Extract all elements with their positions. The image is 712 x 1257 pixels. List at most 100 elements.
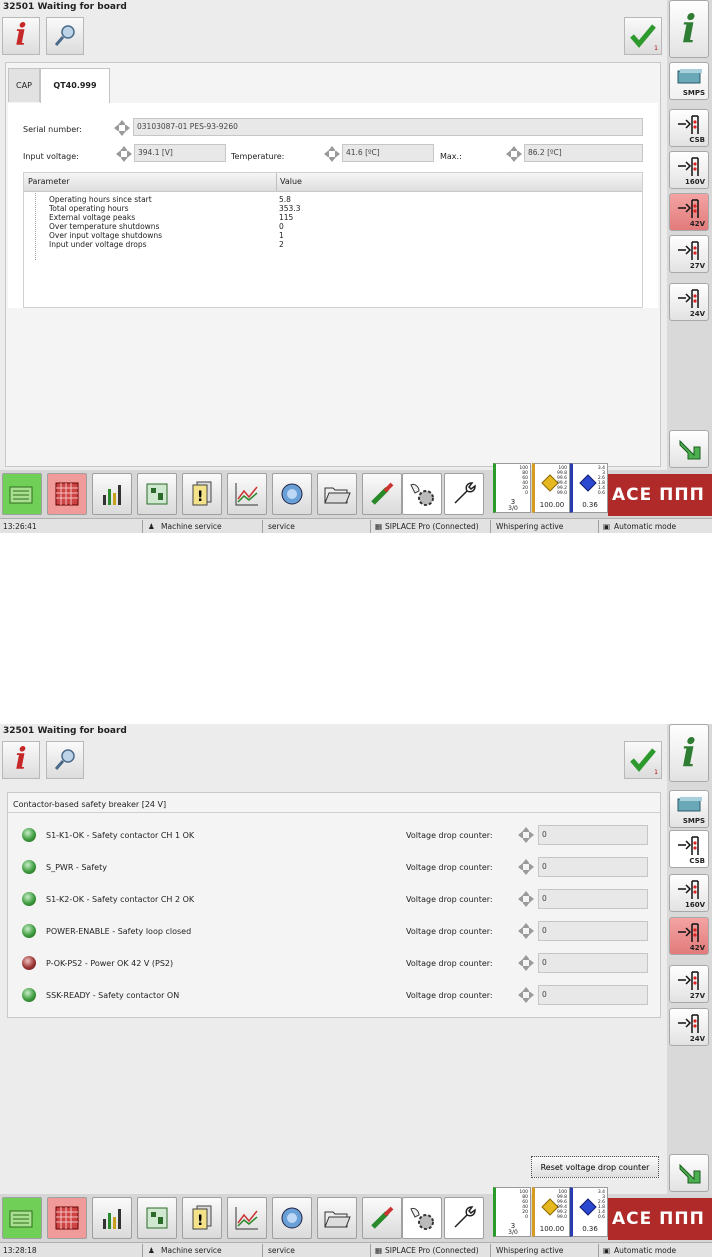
messages-icon[interactable]: ! — [182, 473, 222, 515]
max-temperature-field: 86.2 [ºC] — [524, 144, 643, 162]
counter-label: Voltage drop counter: — [406, 959, 493, 968]
spinner-icon — [518, 891, 534, 907]
side-button-24v[interactable]: 24V — [669, 1008, 709, 1046]
search-icon[interactable] — [46, 17, 84, 55]
gauge-rate: 3.4 3 2.6 1.8 1.4 0.6 0.36 — [570, 1187, 608, 1237]
grid-header: Parameter Value — [24, 173, 642, 192]
camera-icon[interactable] — [272, 1197, 312, 1239]
side-button-42v[interactable]: 42V — [669, 917, 709, 955]
board-layout-icon[interactable] — [137, 473, 177, 515]
side-button-smps[interactable]: SMPS — [669, 790, 709, 828]
diamond-icon — [579, 1198, 597, 1216]
trend-chart-icon[interactable] — [227, 473, 267, 515]
gauge-count: 100 80 60 40 20 0 3 3/0 — [493, 1187, 531, 1237]
feeder-table-icon[interactable] — [47, 473, 87, 515]
confirm-check-icon[interactable]: 1 — [624, 741, 662, 779]
signal-label: S1-K2-OK - Safety contactor CH 2 OK — [46, 895, 195, 904]
trend-chart-icon[interactable] — [227, 1197, 267, 1239]
serial-label: Serial number: — [23, 125, 82, 134]
tab-qt40[interactable]: QT40.999 — [40, 68, 110, 104]
column-header-value[interactable]: Value — [280, 177, 302, 186]
table-row[interactable]: Total operating hours 353.3 — [24, 204, 642, 213]
spinner-icon — [506, 146, 522, 162]
table-row[interactable]: Operating hours since start 5.8 — [24, 195, 642, 204]
back-arrow-icon[interactable] — [669, 430, 709, 468]
wrench-icon[interactable] — [444, 1197, 484, 1239]
help-info-icon[interactable]: i — [669, 724, 709, 782]
side-button-27v[interactable]: 27V — [669, 235, 709, 273]
status-led — [22, 988, 36, 1002]
camera-icon[interactable] — [272, 473, 312, 515]
wrench-icon[interactable] — [444, 473, 484, 515]
mode-status: Automatic mode — [614, 522, 677, 531]
tab-cap[interactable]: CAP — [8, 68, 40, 102]
signal-label: SSK-READY - Safety contactor ON — [46, 991, 180, 1000]
window-title: 32501 Waiting for board — [3, 2, 127, 12]
user-role: Machine service — [161, 522, 222, 531]
clock: 13:26:41 — [3, 522, 37, 531]
production-icon[interactable] — [2, 473, 42, 515]
production-icon[interactable] — [2, 1197, 42, 1239]
gauge-quality: 100 99.8 99.6 99.4 99.2 99.0 100.00 — [532, 463, 570, 513]
confirm-check-icon[interactable]: 1 — [624, 17, 662, 55]
messages-icon[interactable]: ! — [182, 1197, 222, 1239]
max-label: Max.: — [440, 152, 462, 161]
counter-field: 0 — [538, 857, 648, 877]
side-button-24v[interactable]: 24V — [669, 283, 709, 321]
table-row[interactable]: Over temperature shutdowns 0 — [24, 222, 642, 231]
search-icon[interactable] — [46, 741, 84, 779]
side-button-42v[interactable]: 42V — [669, 193, 709, 231]
whisper-status: Whispering active — [496, 522, 564, 531]
side-button-27v[interactable]: 27V — [669, 965, 709, 1003]
counter-label: Voltage drop counter: — [406, 831, 493, 840]
folder-open-icon[interactable] — [317, 473, 357, 515]
column-header-parameter[interactable]: Parameter — [28, 177, 70, 186]
side-button-smps[interactable]: SMPS — [669, 62, 709, 100]
serial-field: 03103087-01 PES-93-9260 — [133, 118, 643, 136]
nozzle-tool-icon[interactable] — [362, 1197, 402, 1239]
mode-icon: ▣ — [603, 1246, 611, 1255]
counter-label: Voltage drop counter: — [406, 991, 493, 1000]
counter-field: 0 — [538, 953, 648, 973]
folder-open-icon[interactable] — [317, 1197, 357, 1239]
statistics-icon[interactable] — [92, 473, 132, 515]
side-button-csb[interactable]: CSB — [669, 830, 709, 868]
side-button-160v[interactable]: 160V — [669, 151, 709, 189]
parameter-grid: Parameter Value Operating hours since st… — [23, 172, 643, 308]
service-gear-hand-icon[interactable] — [402, 473, 442, 515]
info-icon[interactable]: i — [2, 17, 40, 55]
board-layout-icon[interactable] — [137, 1197, 177, 1239]
mode-status: Automatic mode — [614, 1246, 677, 1255]
brand-logo: ACE ППП — [608, 1198, 712, 1240]
user-role: Machine service — [161, 1246, 222, 1255]
feeder-table-icon[interactable] — [47, 1197, 87, 1239]
side-button-csb[interactable]: CSB — [669, 109, 709, 147]
table-row[interactable]: Over input voltage shutdowns 1 — [24, 231, 642, 240]
side-button-160v[interactable]: 160V — [669, 874, 709, 912]
gauge-quality: 100 99.8 99.6 99.4 99.2 99.0 100.00 — [532, 1187, 570, 1237]
help-info-icon[interactable]: i — [669, 0, 709, 58]
whisper-status: Whispering active — [496, 1246, 564, 1255]
info-icon[interactable]: i — [2, 741, 40, 779]
input-voltage-label: Input voltage: — [23, 152, 79, 161]
counter-field: 0 — [538, 921, 648, 941]
nozzle-tool-icon[interactable] — [362, 473, 402, 515]
spinner-icon — [116, 146, 132, 162]
gauge-rate: 3.4 3 2.6 1.8 1.4 0.6 0.36 — [570, 463, 608, 513]
connection-icon: ▦ — [375, 522, 383, 531]
clock: 13:28:18 — [3, 1246, 37, 1255]
back-arrow-icon[interactable] — [669, 1154, 709, 1192]
signal-label: S1-K1-OK - Safety contactor CH 1 OK — [46, 831, 195, 840]
service-gear-hand-icon[interactable] — [402, 1197, 442, 1239]
table-row[interactable]: Input under voltage drops 2 — [24, 240, 642, 249]
spinner-icon — [518, 987, 534, 1003]
counter-field: 0 — [538, 889, 648, 909]
reset-counter-button[interactable]: Reset voltage drop counter — [531, 1156, 659, 1178]
statistics-icon[interactable] — [92, 1197, 132, 1239]
spinner-icon — [114, 120, 130, 136]
svg-text:!: ! — [197, 1213, 203, 1229]
mode-icon: ▣ — [603, 522, 611, 531]
svg-text:!: ! — [197, 489, 203, 505]
screen-smps: 32501 Waiting for board i 1 i SMPS CSB 1… — [0, 0, 712, 533]
table-row[interactable]: External voltage peaks 115 — [24, 213, 642, 222]
